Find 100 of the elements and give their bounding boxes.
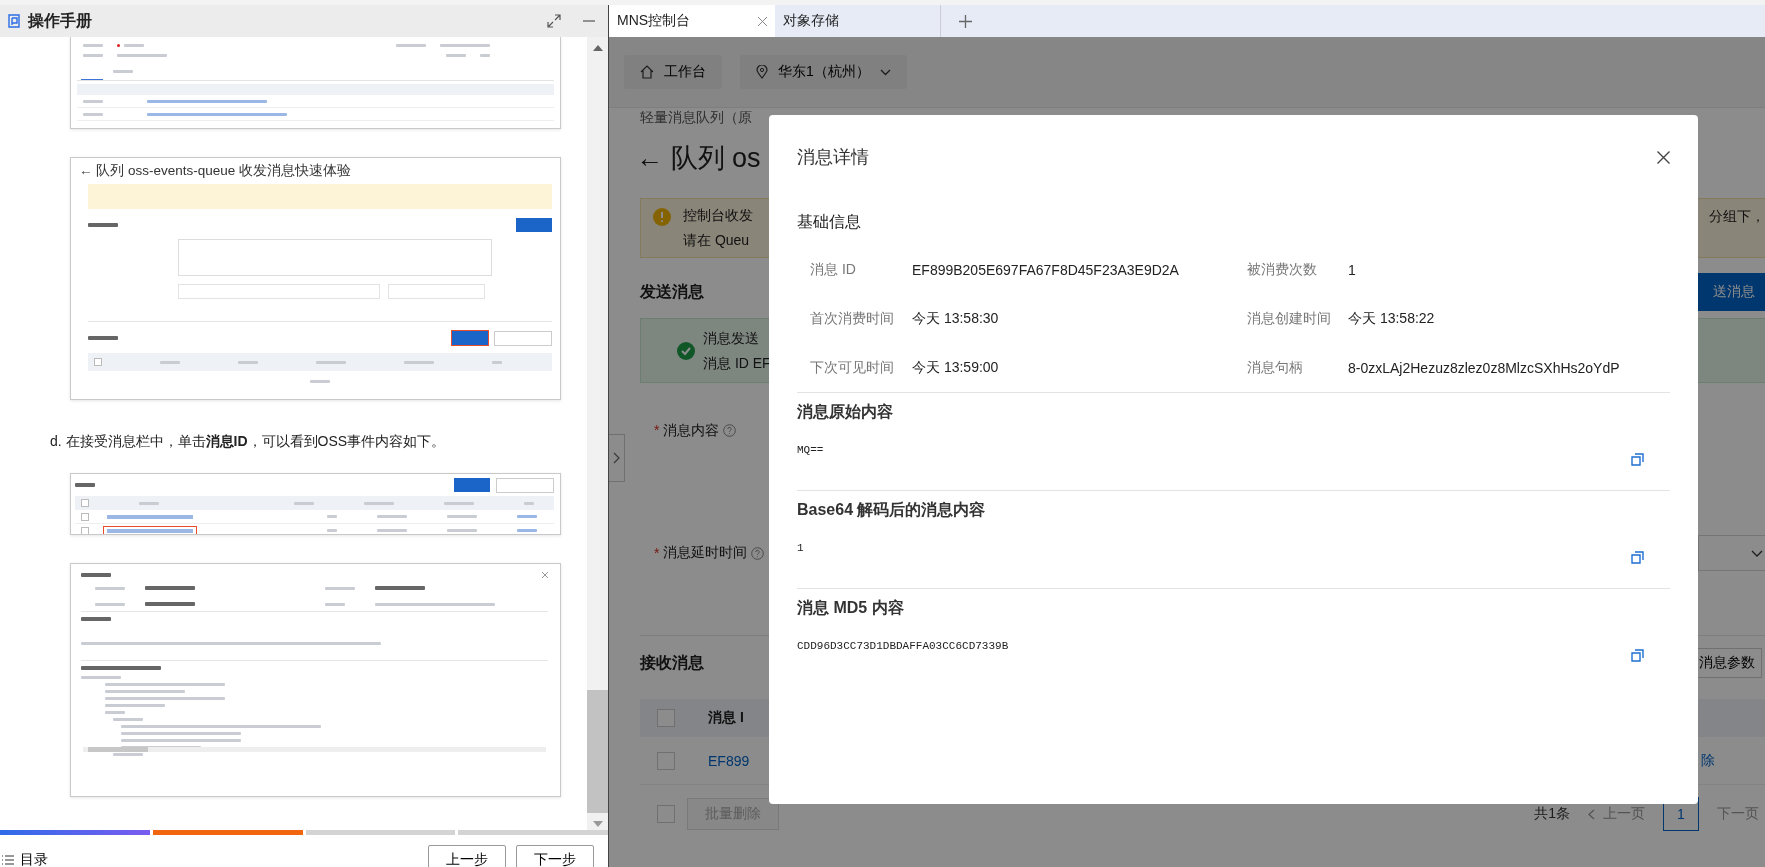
step-button[interactable]: 下一步: [516, 845, 594, 867]
blurred-text: [517, 529, 537, 532]
region-selector[interactable]: 华东1（杭州）: [740, 55, 907, 89]
section-title: 发送消息: [640, 281, 704, 302]
checkbox-drawing: [94, 358, 102, 366]
field-label: 被消费次数: [1247, 260, 1318, 279]
toc-button[interactable]: 目录: [2, 851, 48, 867]
checkbox[interactable]: [657, 751, 675, 770]
copy-icon[interactable]: [1631, 649, 1644, 662]
blurred-text: [375, 586, 425, 590]
button-drawing: [452, 331, 488, 345]
field-value: 8-0zxLAj2Hezuz8zlez0z8MlzcSXhHs2oYdP: [1348, 359, 1621, 376]
new-tab-icon[interactable]: [959, 14, 972, 28]
total-count: 共1条: [1534, 805, 1570, 823]
breadcrumb[interactable]: 轻量消息队列（原: [640, 108, 752, 126]
copy-icon[interactable]: [1631, 453, 1644, 466]
field-label: 消息内容: [663, 421, 720, 439]
blurred-text: [492, 360, 502, 364]
field-label: 消息 ID: [810, 260, 857, 279]
blurred-text: [396, 43, 426, 47]
blurred-text: [117, 53, 167, 57]
chevron-down-icon: [879, 68, 891, 76]
blurred-text: [480, 53, 490, 57]
blurred-text: [440, 43, 490, 47]
chevron-down-icon: [1751, 549, 1763, 557]
content-text: MQ==: [797, 443, 824, 457]
blurred-text: [238, 360, 258, 364]
content-text: CDD96D3CC73D1DBDAFFA03CC6CD7339B: [797, 639, 1009, 653]
blurred-text: [88, 336, 118, 340]
warning-text: 分组下，: [1709, 207, 1765, 226]
section-title: 消息原始内容: [797, 402, 894, 422]
blurred-text: [95, 602, 125, 606]
blurred-text: [145, 586, 195, 590]
blurred-text: [377, 529, 407, 532]
close-icon[interactable]: [1657, 150, 1670, 164]
step-button[interactable]: 上一步: [428, 845, 506, 867]
field-value: 今天 13:59:00: [912, 358, 1000, 377]
blurred-text: [83, 112, 103, 116]
blurred-text: [444, 501, 474, 505]
field-value: 今天 13:58:30: [912, 309, 1000, 328]
help-icon: [723, 423, 737, 437]
blurred-text: [88, 223, 118, 227]
scrollbar-thumb[interactable]: [587, 690, 608, 813]
success-text: 消息发送: [703, 328, 760, 348]
blurred-text: [81, 617, 111, 621]
blurred-text: [364, 501, 394, 505]
blurred-text: [327, 515, 337, 518]
blurred-text: [524, 501, 534, 505]
blurred-text: [404, 360, 434, 364]
expand-sidebar-handle[interactable]: [609, 434, 625, 482]
blurred-text: [113, 753, 143, 756]
blurred-text: [81, 676, 121, 679]
blurred-text: [83, 43, 103, 47]
section-title: 接收消息: [640, 652, 704, 673]
blurred-text: [517, 515, 537, 518]
blurred-text: [325, 586, 355, 590]
blurred-text: [113, 718, 143, 721]
blurred-text: [160, 360, 180, 364]
warning-text: 请在 Queu: [683, 231, 751, 250]
blurred-text: [447, 515, 477, 518]
section-title: Base64 解码后的消息内容: [797, 500, 987, 520]
section-title: 基础信息: [797, 212, 862, 232]
blurred-text: [83, 53, 103, 57]
browser-tab[interactable]: MNS控制台: [609, 5, 775, 37]
dot-drawing: [117, 43, 120, 47]
blurred-text: [294, 501, 314, 505]
field-label: 消息延时时间: [663, 544, 748, 562]
blurred-text: [316, 360, 346, 364]
home-icon: [640, 65, 654, 79]
delete-link[interactable]: 除: [1701, 751, 1715, 770]
field-value: 今天 13:58:22: [1348, 309, 1436, 328]
button-drawing: [516, 218, 552, 232]
page-heading: ← 队列 os: [636, 142, 761, 175]
field-label: 消息创建时间: [1247, 309, 1332, 328]
chevron-left-icon: [1588, 808, 1595, 820]
blurred-text: [124, 43, 144, 47]
check-circle-icon: [677, 341, 695, 360]
scroll-up-icon[interactable]: [592, 45, 603, 51]
required-mark: *: [654, 421, 660, 439]
button-drawing: [496, 477, 554, 493]
checkbox[interactable]: [657, 805, 675, 823]
blurred-text: [377, 515, 407, 518]
button-drawing: [454, 478, 490, 492]
checkbox[interactable]: [657, 709, 675, 727]
close-icon: [542, 572, 548, 578]
field-label: 首次消费时间: [810, 309, 895, 328]
content-text: 1: [797, 541, 804, 555]
warning-text: 控制台收发: [683, 206, 753, 225]
blurred-text: [325, 602, 345, 606]
blurred-text: [113, 69, 133, 73]
workbench-button[interactable]: 工作台: [624, 55, 722, 89]
section-title: 消息 MD5 内容: [797, 598, 905, 618]
message-id-link[interactable]: EF899: [708, 752, 750, 769]
help-icon: [751, 546, 765, 560]
expand-icon[interactable]: [547, 14, 561, 28]
warning-icon: [653, 208, 671, 226]
blurred-text: [145, 602, 195, 606]
blurred-text: [327, 529, 337, 532]
copy-icon[interactable]: [1631, 551, 1644, 564]
scroll-down-icon[interactable]: [592, 821, 603, 827]
